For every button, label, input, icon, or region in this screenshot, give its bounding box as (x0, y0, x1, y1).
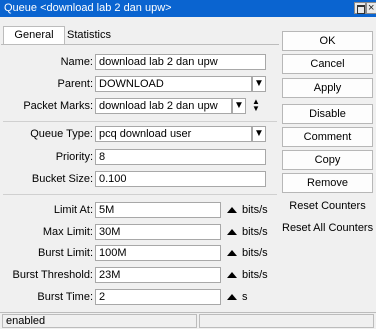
burst-limit-expand-icon[interactable] (227, 250, 237, 256)
parent-select[interactable]: DOWNLOAD (95, 76, 252, 92)
ok-button[interactable]: OK (282, 31, 373, 51)
burst-limit-label: Burst Limit: (37, 247, 93, 259)
remove-button[interactable]: Remove (282, 173, 373, 193)
burst-time-input[interactable]: 2 (95, 289, 221, 305)
packet-marks-updown-icon[interactable]: ▲ ▼ (249, 98, 263, 114)
window-title: Queue <download lab 2 dan upw> (4, 2, 172, 14)
packet-marks-select[interactable]: download lab 2 dan upw (95, 98, 232, 114)
queue-window: Queue <download lab 2 dan upw> × General… (0, 0, 376, 329)
burst-threshold-input[interactable]: 23M (95, 267, 221, 283)
burst-time-label: Burst Time: (37, 291, 93, 303)
max-limit-unit: bits/s (242, 226, 268, 238)
name-input[interactable]: download lab 2 dan upw (95, 54, 266, 70)
tab-statistics[interactable]: Statistics (65, 27, 113, 43)
copy-button[interactable]: Copy (282, 150, 373, 170)
parent-dropdown-icon[interactable]: ▼ (252, 76, 266, 92)
limit-at-input[interactable]: 5M (95, 202, 221, 218)
comment-button[interactable]: Comment (282, 127, 373, 147)
burst-threshold-unit: bits/s (242, 269, 268, 281)
bucket-size-input[interactable]: 0.100 (95, 171, 266, 187)
name-label: Name: (60, 56, 93, 68)
max-limit-label: Max Limit: (42, 226, 93, 238)
queue-type-label: Queue Type: (30, 128, 93, 140)
max-limit-input[interactable]: 30M (95, 224, 221, 240)
separator (3, 194, 277, 195)
burst-time-expand-icon[interactable] (227, 294, 237, 300)
burst-threshold-label: Burst Threshold: (12, 269, 93, 281)
general-panel: Name: download lab 2 dan upw Parent: DOW… (1, 44, 279, 313)
title-bar[interactable]: Queue <download lab 2 dan upw> × (0, 0, 376, 17)
limit-at-label: Limit At: (53, 204, 93, 216)
packet-marks-label: Packet Marks: (23, 100, 93, 112)
queue-type-select[interactable]: pcq download user (95, 126, 252, 142)
burst-limit-unit: bits/s (242, 247, 268, 259)
separator (3, 121, 277, 122)
reset-counters-button[interactable]: Reset Counters (282, 196, 373, 216)
priority-label: Priority: (55, 151, 93, 163)
maximize-icon[interactable] (354, 2, 366, 14)
disable-button[interactable]: Disable (282, 104, 373, 124)
packet-marks-dropdown-icon[interactable]: ▼ (232, 98, 246, 114)
status-text: enabled (2, 314, 197, 328)
cancel-button[interactable]: Cancel (282, 54, 373, 74)
burst-time-unit: s (242, 291, 248, 303)
burst-limit-input[interactable]: 100M (95, 245, 221, 261)
tab-general[interactable]: General (3, 26, 65, 44)
status-cell-empty (199, 314, 374, 328)
status-bar: enabled (0, 312, 376, 329)
close-icon[interactable]: × (366, 2, 376, 14)
queue-type-dropdown-icon[interactable]: ▼ (252, 126, 266, 142)
parent-label: Parent: (57, 78, 93, 90)
max-limit-expand-icon[interactable] (227, 229, 237, 235)
bucket-size-label: Bucket Size: (31, 173, 93, 185)
limit-at-expand-icon[interactable] (227, 207, 237, 213)
limit-at-unit: bits/s (242, 204, 268, 216)
tab-bar: General Statistics (0, 17, 280, 46)
burst-threshold-expand-icon[interactable] (227, 272, 237, 278)
apply-button[interactable]: Apply (282, 78, 373, 98)
reset-all-counters-button[interactable]: Reset All Counters (282, 218, 373, 238)
priority-input[interactable]: 8 (95, 149, 266, 165)
